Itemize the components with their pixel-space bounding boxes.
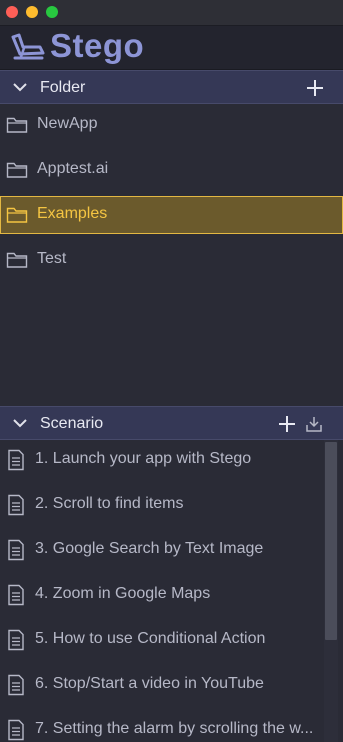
document-icon xyxy=(8,629,24,651)
folder-item-label: Apptest.ai xyxy=(37,160,109,177)
folder-icon xyxy=(6,117,28,133)
scenario-item[interactable]: 1. Launch your app with Stego xyxy=(0,441,343,479)
scenario-item-label: 2. Scroll to find items xyxy=(35,495,184,512)
folder-item[interactable]: Apptest.ai xyxy=(0,151,343,189)
chevron-down-icon[interactable] xyxy=(12,81,28,93)
maximize-window-button[interactable] xyxy=(46,6,58,18)
folder-item-label: Test xyxy=(37,250,67,267)
folder-icon xyxy=(6,252,28,268)
folder-item[interactable]: Test xyxy=(0,241,343,279)
scenario-section-header[interactable]: Scenario xyxy=(0,406,343,440)
folder-icon xyxy=(6,162,28,178)
folder-icon xyxy=(6,207,28,223)
scenario-item[interactable]: 7. Setting the alarm by scrolling the w.… xyxy=(0,711,343,742)
scenario-item[interactable]: 4. Zoom in Google Maps xyxy=(0,576,343,614)
document-icon xyxy=(8,719,24,741)
folder-section-header[interactable]: Folder xyxy=(0,70,343,104)
scenario-item-label: 5. How to use Conditional Action xyxy=(35,630,266,647)
chevron-down-icon[interactable] xyxy=(12,417,28,429)
scenario-item[interactable]: 2. Scroll to find items xyxy=(0,486,343,524)
scenario-scrollbar-thumb[interactable] xyxy=(325,442,337,640)
title-bar xyxy=(0,0,343,26)
folder-item-label: NewApp xyxy=(37,115,98,132)
document-icon xyxy=(8,494,24,516)
folder-section-title: Folder xyxy=(40,79,86,96)
add-scenario-icon[interactable] xyxy=(277,414,297,434)
close-window-button[interactable] xyxy=(6,6,18,18)
document-icon xyxy=(8,449,24,471)
scenario-list: 1. Launch your app with Stego 2. Scroll … xyxy=(0,441,343,742)
scenario-item-label: 7. Setting the alarm by scrolling the w.… xyxy=(35,720,314,737)
logo-bar: Stego xyxy=(0,26,343,70)
folder-item[interactable]: NewApp xyxy=(0,106,343,144)
add-folder-icon[interactable] xyxy=(305,78,325,98)
minimize-window-button[interactable] xyxy=(26,6,38,18)
import-scenario-icon[interactable] xyxy=(305,415,323,433)
scenario-item[interactable]: 3. Google Search by Text Image xyxy=(0,531,343,569)
document-icon xyxy=(8,539,24,561)
app-name: Stego xyxy=(50,27,145,64)
scenario-item-label: 3. Google Search by Text Image xyxy=(35,540,264,557)
scenario-item-label: 4. Zoom in Google Maps xyxy=(35,585,211,602)
scenario-item-label: 1. Launch your app with Stego xyxy=(35,450,252,467)
document-icon xyxy=(8,584,24,606)
folder-item-label: Examples xyxy=(37,205,108,222)
document-icon xyxy=(8,674,24,696)
app-window: Stego Folder NewApp Apptest.ai Examples … xyxy=(0,0,343,742)
scenario-section-title: Scenario xyxy=(40,415,104,432)
scenario-item-label: 6. Stop/Start a video in YouTube xyxy=(35,675,264,692)
folder-item-selected[interactable]: Examples xyxy=(0,196,343,234)
stego-logo-icon xyxy=(11,33,45,60)
scenario-item[interactable]: 5. How to use Conditional Action xyxy=(0,621,343,659)
scenario-item[interactable]: 6. Stop/Start a video in YouTube xyxy=(0,666,343,704)
